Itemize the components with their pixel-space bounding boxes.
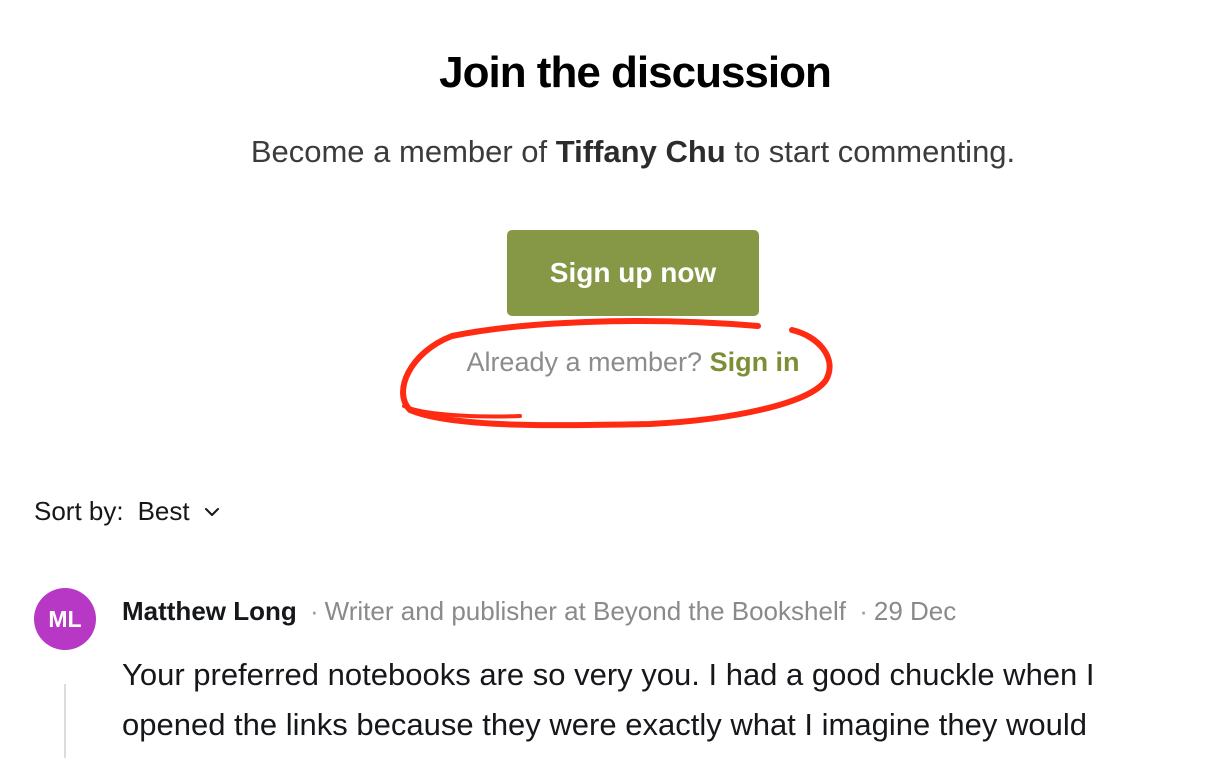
avatar[interactable]: ML xyxy=(34,588,96,650)
comment-body: Your preferred notebooks are so very you… xyxy=(122,657,1095,742)
signin-row: Already a member? Sign in xyxy=(0,347,1224,378)
meta-separator: · xyxy=(859,596,868,626)
chevron-down-icon xyxy=(204,507,219,516)
meta-separator: · xyxy=(310,596,319,626)
comment-item: ML Matthew Long · Writer and publisher at… xyxy=(0,580,1224,758)
sort-dropdown[interactable]: Sort by: Best xyxy=(34,496,220,527)
cta-title: Join the discussion xyxy=(439,48,832,97)
publication-name: Tiffany Chu xyxy=(555,134,726,169)
comments-cta: Join the discussion Become a member of T… xyxy=(0,0,1224,460)
subtitle-suffix: to start commenting. xyxy=(725,134,1016,169)
author-bio: Writer and publisher at Beyond the Books… xyxy=(324,596,846,626)
sign-up-button[interactable]: Sign up now xyxy=(507,230,759,316)
subtitle-prefix: Become a member of xyxy=(250,134,556,169)
thread-line xyxy=(64,684,66,758)
sort-label: Sort by: xyxy=(34,496,124,526)
comment-author[interactable]: Matthew Long xyxy=(122,596,297,626)
comment-meta: Matthew Long · Writer and publisher at Be… xyxy=(122,596,956,627)
sign-in-link[interactable]: Sign in xyxy=(710,347,800,377)
signin-prompt: Already a member? xyxy=(466,347,703,377)
sort-value: Best xyxy=(137,496,190,526)
cta-subtitle: Become a member of Tiffany Chu to start … xyxy=(0,134,1224,170)
comment-date: 29 Dec xyxy=(873,596,957,626)
